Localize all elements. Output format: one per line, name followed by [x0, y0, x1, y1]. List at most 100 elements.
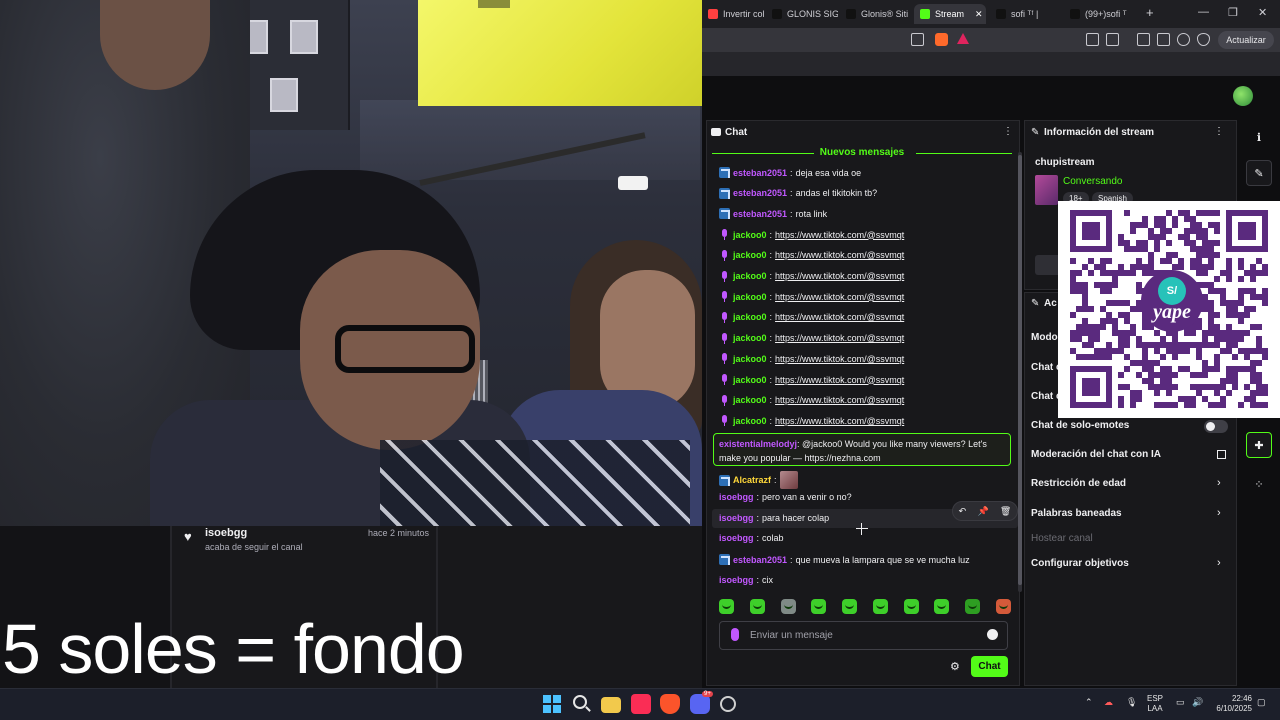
- tools-icon[interactable]: ✚: [1246, 432, 1272, 458]
- update-button[interactable]: Actualizar: [1218, 31, 1274, 49]
- chat-message[interactable]: esteban2051: deja esa vida oe: [719, 167, 861, 178]
- chat-link[interactable]: https://www.tiktok.com/@ssvmqt: [775, 312, 904, 322]
- windows-start-icon[interactable]: [543, 695, 561, 713]
- discord-icon[interactable]: [690, 694, 710, 714]
- chat-username[interactable]: jackoo0: [733, 292, 767, 302]
- chat-username[interactable]: jackoo0: [733, 230, 767, 240]
- chat-link[interactable]: https://www.tiktok.com/@ssvmqt: [775, 375, 904, 385]
- stream-info-menu-icon[interactable]: ⋮: [1214, 126, 1224, 137]
- chat-link[interactable]: https://www.tiktok.com/@ssvmqt: [775, 250, 904, 260]
- chat-username[interactable]: isoebgg: [719, 492, 754, 502]
- chat-link[interactable]: https://www.tiktok.com/@ssvmqt: [775, 395, 904, 405]
- chat-scrollbar-thumb[interactable]: [1018, 155, 1022, 585]
- microphone-tray-icon[interactable]: 🎙: [1126, 697, 1137, 708]
- action-item[interactable]: Chat de solo-emotes: [1031, 420, 1129, 431]
- chat-message[interactable]: jackoo0: https://www.tiktok.com/@ssvmqt: [719, 249, 904, 261]
- browser-tab[interactable]: Glonis® Siti: [840, 4, 912, 24]
- chat-settings-gear-icon[interactable]: ⚙: [950, 660, 960, 673]
- chat-message[interactable]: isoebgg: cix: [719, 575, 773, 585]
- notifications-icon[interactable]: ▢: [1257, 697, 1266, 708]
- obs-icon[interactable]: [720, 696, 736, 712]
- close-tab-icon[interactable]: ✕: [975, 9, 983, 20]
- emote-icon[interactable]: [749, 599, 765, 614]
- chat-username[interactable]: isoebgg: [719, 575, 754, 585]
- action-item[interactable]: Configurar objetivos: [1031, 558, 1129, 569]
- chat-username[interactable]: jackoo0: [733, 333, 767, 343]
- microphone-icon[interactable]: [731, 628, 739, 641]
- avatar[interactable]: [1233, 86, 1253, 106]
- chat-link[interactable]: https://www.tiktok.com/@ssvmqt: [775, 292, 904, 302]
- browser-tab[interactable]: Invertir colo: [702, 4, 764, 24]
- chat-message[interactable]: esteban2051: que mueva la lampara que se …: [719, 554, 970, 565]
- wallet-icon[interactable]: [1106, 33, 1119, 46]
- minimize-button[interactable]: —: [1198, 6, 1209, 18]
- chat-username[interactable]: jackoo0: [733, 271, 767, 281]
- chat-menu-icon[interactable]: ⋮: [1003, 126, 1013, 137]
- chat-message[interactable]: jackoo0: https://www.tiktok.com/@ssvmqt: [719, 394, 904, 406]
- chat-link[interactable]: https://www.tiktok.com/@ssvmqt: [775, 416, 904, 426]
- chat-username[interactable]: jackoo0: [733, 250, 767, 260]
- emote-icon[interactable]: [842, 599, 858, 614]
- action-item[interactable]: Chat c: [1031, 391, 1062, 402]
- browser-tab[interactable]: GLONIS SIG: [766, 4, 838, 24]
- maximize-button[interactable]: ❐: [1228, 6, 1238, 19]
- action-item[interactable]: Palabras baneadas: [1031, 508, 1122, 519]
- chat-username[interactable]: esteban2051: [733, 209, 787, 219]
- chat-username[interactable]: jackoo0: [733, 354, 767, 364]
- emote-only-toggle[interactable]: [1204, 420, 1228, 433]
- show-hidden-icons[interactable]: ⌃: [1085, 697, 1093, 708]
- info-icon[interactable]: ℹ: [1246, 124, 1272, 150]
- action-item[interactable]: Restricción de edad: [1031, 478, 1126, 489]
- new-tab-button[interactable]: +: [1146, 5, 1154, 20]
- action-item[interactable]: Chat c: [1031, 362, 1062, 373]
- chevron-right-icon[interactable]: ›: [1217, 507, 1221, 519]
- chat-message[interactable]: jackoo0: https://www.tiktok.com/@ssvmqt: [719, 353, 904, 365]
- network-icon[interactable]: ▭: [1176, 697, 1185, 708]
- chat-message[interactable]: isoebgg: colab: [719, 533, 784, 543]
- chat-message[interactable]: Alcatrazf:: [719, 471, 798, 489]
- chat-message[interactable]: jackoo0: https://www.tiktok.com/@ssvmqt: [719, 270, 904, 282]
- file-explorer-icon[interactable]: [601, 697, 621, 713]
- browser-tab[interactable]: (99+)sofi ᵀ: [1064, 4, 1136, 24]
- brave-rewards-icon[interactable]: [957, 33, 969, 44]
- emote-icon[interactable]: [903, 599, 919, 614]
- action-item[interactable]: Moderación del chat con IA: [1031, 449, 1161, 460]
- send-chat-button[interactable]: Chat: [971, 656, 1008, 677]
- chat-message[interactable]: esteban2051: rota link: [719, 208, 827, 220]
- chat-message[interactable]: jackoo0: https://www.tiktok.com/@ssvmqt: [719, 291, 904, 303]
- emote-icon[interactable]: [780, 599, 796, 614]
- sidebar-icon[interactable]: [1137, 33, 1150, 46]
- share-icon[interactable]: [911, 33, 924, 46]
- chat-username[interactable]: jackoo0: [733, 395, 767, 405]
- chat-username[interactable]: esteban2051: [733, 168, 787, 178]
- chevron-right-icon[interactable]: ›: [1217, 557, 1221, 569]
- chat-username[interactable]: esteban2051: [733, 555, 787, 565]
- chat-username[interactable]: jackoo0: [733, 312, 767, 322]
- chat-username[interactable]: jackoo0: [733, 375, 767, 385]
- language-indicator[interactable]: ESP LAA: [1147, 694, 1163, 714]
- chat-message[interactable]: jackoo0: https://www.tiktok.com/@ssvmqt: [719, 415, 904, 427]
- close-window-button[interactable]: ✕: [1258, 6, 1267, 19]
- emote-icon[interactable]: [995, 599, 1011, 614]
- chat-username[interactable]: isoebgg: [719, 533, 754, 543]
- category-link[interactable]: Conversando: [1063, 176, 1122, 187]
- chat-username[interactable]: jackoo0: [733, 416, 767, 426]
- browser-tab[interactable]: sofi ᵀᶠ |: [990, 4, 1062, 24]
- chat-message[interactable]: isoebgg: para hacer colap: [719, 513, 829, 523]
- chat-username[interactable]: esteban2051: [733, 188, 787, 198]
- leo-ai-icon[interactable]: [1177, 33, 1190, 46]
- tray-app-icon[interactable]: ☁: [1104, 697, 1113, 708]
- chat-link[interactable]: https://www.tiktok.com/@ssvmqt: [775, 333, 904, 343]
- chat-username[interactable]: Alcatrazf: [733, 475, 771, 485]
- chat-message[interactable]: isoebgg: pero van a venir o no?: [719, 492, 852, 502]
- chat-link[interactable]: https://www.tiktok.com/@ssvmqt: [775, 271, 904, 281]
- volume-icon[interactable]: 🔊: [1192, 697, 1203, 708]
- chat-username[interactable]: isoebgg: [719, 513, 754, 523]
- emote-icon[interactable]: [811, 599, 827, 614]
- chat-message[interactable]: jackoo0: https://www.tiktok.com/@ssvmqt: [719, 229, 904, 241]
- brave-browser-icon[interactable]: [660, 694, 680, 714]
- emote-icon[interactable]: [934, 599, 950, 614]
- emoji-picker-icon[interactable]: [987, 629, 998, 640]
- chat-link[interactable]: https://www.tiktok.com/@ssvmqt: [775, 230, 904, 240]
- chat-input[interactable]: [750, 624, 975, 646]
